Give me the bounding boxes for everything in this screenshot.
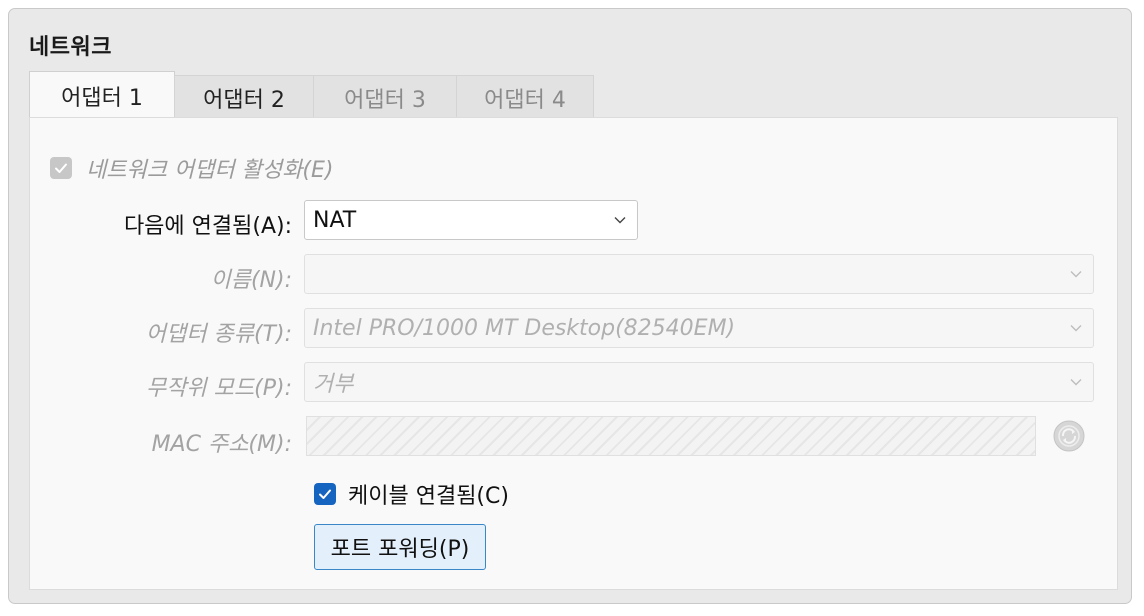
adapter-type-select[interactable]: Intel PRO/1000 MT Desktop(82540EM) bbox=[304, 308, 1094, 348]
tab-adapter-4[interactable]: 어댑터 4 bbox=[456, 75, 594, 119]
tab-adapter-3[interactable]: 어댑터 3 bbox=[313, 75, 457, 119]
cable-connected-row: 케이블 연결됨(C) bbox=[314, 478, 509, 510]
panel-title: 네트워크 bbox=[29, 35, 112, 60]
checkmark-icon bbox=[55, 163, 67, 173]
enable-adapter-checkbox[interactable] bbox=[50, 157, 72, 179]
refresh-icon[interactable] bbox=[1052, 419, 1086, 453]
adapter-tabs: 어댑터 1 어댑터 2 어댑터 3 어댑터 4 bbox=[29, 71, 594, 119]
name-select[interactable] bbox=[304, 254, 1094, 294]
tab-adapter-2[interactable]: 어댑터 2 bbox=[174, 75, 314, 119]
port-forwarding-button[interactable]: 포트 포워딩(P) bbox=[314, 524, 486, 570]
mac-address-label: MAC 주소(M): bbox=[151, 432, 292, 457]
cable-connected-label: 케이블 연결됨(C) bbox=[348, 484, 509, 509]
chevron-down-icon bbox=[1070, 325, 1082, 332]
tab-adapter-1[interactable]: 어댑터 1 bbox=[29, 71, 175, 119]
attached-to-value: NAT bbox=[313, 207, 357, 233]
name-label: 이름(N): bbox=[210, 268, 292, 293]
chevron-down-icon bbox=[1070, 271, 1082, 278]
enable-adapter-row: 네트워크 어댑터 활성화(E) bbox=[50, 152, 333, 184]
mac-address-field[interactable] bbox=[306, 416, 1036, 456]
network-settings-panel: 네트워크 어댑터 1 어댑터 2 어댑터 3 어댑터 4 네트워크 어댑터 활성… bbox=[8, 8, 1132, 604]
promiscuous-mode-value: 거부 bbox=[313, 372, 354, 397]
adapter-1-content: 네트워크 어댑터 활성화(E) 다음에 연결됨(A): NAT 이름(N): 어… bbox=[29, 117, 1118, 590]
promiscuous-mode-label: 무작위 모드(P): bbox=[145, 376, 292, 401]
attached-to-label: 다음에 연결됨(A): bbox=[123, 214, 292, 239]
checkmark-icon bbox=[319, 489, 331, 499]
cable-connected-checkbox[interactable] bbox=[314, 483, 336, 505]
enable-adapter-label: 네트워크 어댑터 활성화(E) bbox=[86, 158, 334, 183]
chevron-down-icon bbox=[614, 217, 626, 224]
adapter-type-label: 어댑터 종류(T): bbox=[145, 322, 292, 347]
adapter-type-value: Intel PRO/1000 MT Desktop(82540EM) bbox=[313, 315, 736, 341]
chevron-down-icon bbox=[1070, 379, 1082, 386]
promiscuous-mode-select[interactable]: 거부 bbox=[304, 362, 1094, 402]
attached-to-select[interactable]: NAT bbox=[304, 200, 638, 240]
